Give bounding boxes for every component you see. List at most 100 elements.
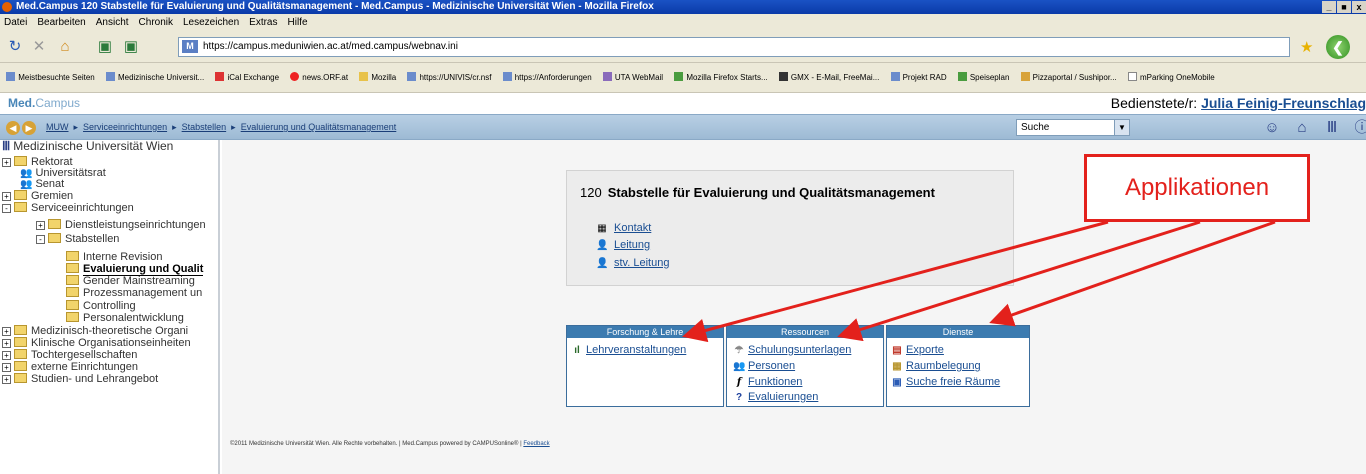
breadcrumb-bar: ◀ ▶ MUW ▸ Serviceeinrichtungen ▸ Stabstellen ▸…: [0, 114, 1366, 140]
evaluierungen-link[interactable]: Evaluierungen: [748, 391, 818, 403]
nav-back-icon[interactable]: ◀: [6, 121, 20, 135]
folder-icon: [14, 190, 27, 200]
menu-hilfe[interactable]: Hilfe: [288, 14, 308, 31]
raumbelegung-link[interactable]: Raumbelegung: [906, 360, 981, 372]
expand-icon[interactable]: +: [2, 327, 11, 336]
url-bar[interactable]: M https://campus.meduniwien.ac.at/med.ca…: [178, 37, 1290, 57]
expand-icon[interactable]: +: [36, 221, 45, 230]
university-logo-icon[interactable]: Ⅲ: [1322, 118, 1342, 138]
tree-item[interactable]: - Stabstellen: [36, 233, 119, 245]
panel-title: Dienste: [887, 326, 1029, 338]
expand-icon[interactable]: +: [2, 339, 11, 348]
bookmark-item[interactable]: Mozilla Firefox Starts...: [674, 63, 768, 92]
question-icon: ?: [735, 392, 743, 403]
reload-icon[interactable]: ↻: [6, 38, 24, 56]
bookmark-star-icon[interactable]: ★: [1300, 38, 1313, 56]
close-button[interactable]: x: [1352, 1, 1366, 13]
personen-link-row: 👥 Personen: [733, 360, 795, 372]
bookmark-item[interactable]: iCal Exchange: [215, 63, 279, 92]
bookmark-item[interactable]: https://UNIVIS/cr.nsf: [407, 63, 491, 92]
exporte-link[interactable]: Exporte: [906, 344, 944, 356]
tree-item[interactable]: Personalentwicklung: [66, 312, 184, 324]
chevron-down-icon[interactable]: ▼: [1114, 120, 1129, 135]
maximize-button[interactable]: ■: [1337, 1, 1351, 13]
medcampus-logo[interactable]: Med.Campus: [8, 96, 80, 110]
schulungsunterlagen-link[interactable]: Schulungsunterlagen: [748, 344, 851, 356]
tree-item[interactable]: + Medizinisch-theoretische Organi: [2, 325, 188, 337]
expand-icon[interactable]: +: [2, 375, 11, 384]
bookmark-icon: [890, 72, 900, 81]
collapse-icon[interactable]: -: [36, 235, 45, 244]
bookmark-item[interactable]: Medizinische Universit...: [105, 63, 204, 92]
bookmark-item[interactable]: mParking OneMobile: [1127, 63, 1215, 92]
menu-datei[interactable]: Datei: [4, 14, 27, 31]
menu-bearbeiten[interactable]: Bearbeiten: [37, 14, 85, 31]
tree-item[interactable]: + Studien- und Lehrangebot: [2, 373, 158, 385]
bookmark-item[interactable]: UTA WebMail: [602, 63, 663, 92]
home-icon[interactable]: ⌂: [56, 38, 74, 56]
personen-link[interactable]: Personen: [748, 360, 795, 372]
tree-item[interactable]: + Tochtergesellschaften: [2, 349, 137, 361]
stv-leitung-link[interactable]: stv. Leitung: [614, 257, 669, 269]
tree-item[interactable]: Interne Revision: [66, 251, 163, 263]
bookmark-add-icon[interactable]: ▣: [96, 38, 114, 56]
kontakt-link[interactable]: Kontakt: [614, 222, 651, 234]
menu-lesezeichen[interactable]: Lesezeichen: [183, 14, 239, 31]
menu-extras[interactable]: Extras: [249, 14, 277, 31]
user-name-link[interactable]: Julia Feinig-Freunschlag: [1201, 95, 1366, 111]
expand-icon[interactable]: +: [2, 192, 11, 201]
minimize-button[interactable]: _: [1322, 1, 1336, 13]
collapse-icon[interactable]: -: [2, 204, 11, 213]
menu-ansicht[interactable]: Ansicht: [96, 14, 129, 31]
suche-freie-raeume-link[interactable]: Suche freie Räume: [906, 376, 1000, 388]
page-title: 120 Stabstelle für Evaluierung und Qualit…: [580, 185, 935, 200]
bookmark-item[interactable]: Meistbesuchte Seiten: [6, 63, 95, 92]
feedback-link[interactable]: Feedback: [523, 441, 549, 447]
bookmark-item[interactable]: Mozilla: [359, 63, 396, 92]
function-icon: f: [736, 377, 742, 388]
bookmark-item[interactable]: Speiseplan: [957, 63, 1009, 92]
back-button[interactable]: ❮: [1326, 35, 1350, 59]
tree-root[interactable]: Ⅲ Medizinische Universität Wien: [2, 140, 173, 152]
home-icon[interactable]: ⌂: [1292, 118, 1312, 138]
expand-icon[interactable]: +: [2, 363, 11, 372]
stop-icon[interactable]: ✕: [30, 38, 48, 56]
bookmark-manage-icon[interactable]: ▣: [122, 38, 140, 56]
panel-forschung-lehre: Forschung & Lehre ıl Lehrveranstaltungen: [566, 325, 724, 407]
breadcrumb-stabstellen[interactable]: Stabstellen: [182, 122, 227, 132]
person-icon: 👤: [596, 258, 609, 269]
tree-item[interactable]: - Serviceeinrichtungen: [2, 202, 134, 214]
expand-icon[interactable]: +: [2, 351, 11, 360]
tree-item[interactable]: Controlling: [66, 300, 136, 312]
search-select[interactable]: Suche ▼: [1016, 119, 1130, 136]
bookmark-item[interactable]: https://Anforderungen: [502, 63, 592, 92]
breadcrumb-serviceeinrichtungen[interactable]: Serviceeinrichtungen: [83, 122, 167, 132]
leitung-link[interactable]: Leitung: [614, 239, 650, 251]
tree-item[interactable]: + Klinische Organisationseinheiten: [2, 337, 191, 349]
bookmark-icon: [602, 72, 612, 81]
tree-item[interactable]: Prozessmanagement un: [66, 287, 202, 299]
tree-item[interactable]: + Dienstleistungseinrichtungen: [36, 219, 206, 231]
tree-item-active[interactable]: Evaluierung und Qualit: [66, 263, 204, 276]
mask-icon[interactable]: ☺: [1262, 118, 1282, 138]
folder-icon: [66, 263, 79, 273]
breadcrumb-evaluierung[interactable]: Evaluierung und Qualitätsmanagement: [241, 122, 397, 132]
info-icon[interactable]: ⓘ: [1352, 118, 1366, 138]
contact-card-icon: ▦: [597, 223, 607, 234]
bookmark-item[interactable]: GMX - E-Mail, FreeMai...: [778, 63, 879, 92]
tree-item[interactable]: + Gremien: [2, 190, 73, 202]
bookmark-item[interactable]: Pizzaportal / Sushipor...: [1020, 63, 1117, 92]
export-icon: ▤: [892, 345, 902, 356]
menu-chronik[interactable]: Chronik: [139, 14, 173, 31]
lehrveranstaltungen-link[interactable]: Lehrveranstaltungen: [586, 344, 686, 356]
firefox-icon: [2, 2, 12, 12]
expand-icon[interactable]: +: [2, 158, 11, 167]
breadcrumb-muw[interactable]: MUW: [46, 122, 69, 132]
tree-item[interactable]: Gender Mainstreaming: [66, 275, 195, 287]
person-icon: 👤: [596, 240, 609, 251]
tree-item[interactable]: + externe Einrichtungen: [2, 361, 138, 373]
bookmark-item[interactable]: Projekt RAD: [890, 63, 947, 92]
nav-forward-icon[interactable]: ▶: [22, 121, 36, 135]
bookmark-item[interactable]: news.ORF.at: [290, 63, 348, 92]
funktionen-link[interactable]: Funktionen: [748, 376, 802, 388]
